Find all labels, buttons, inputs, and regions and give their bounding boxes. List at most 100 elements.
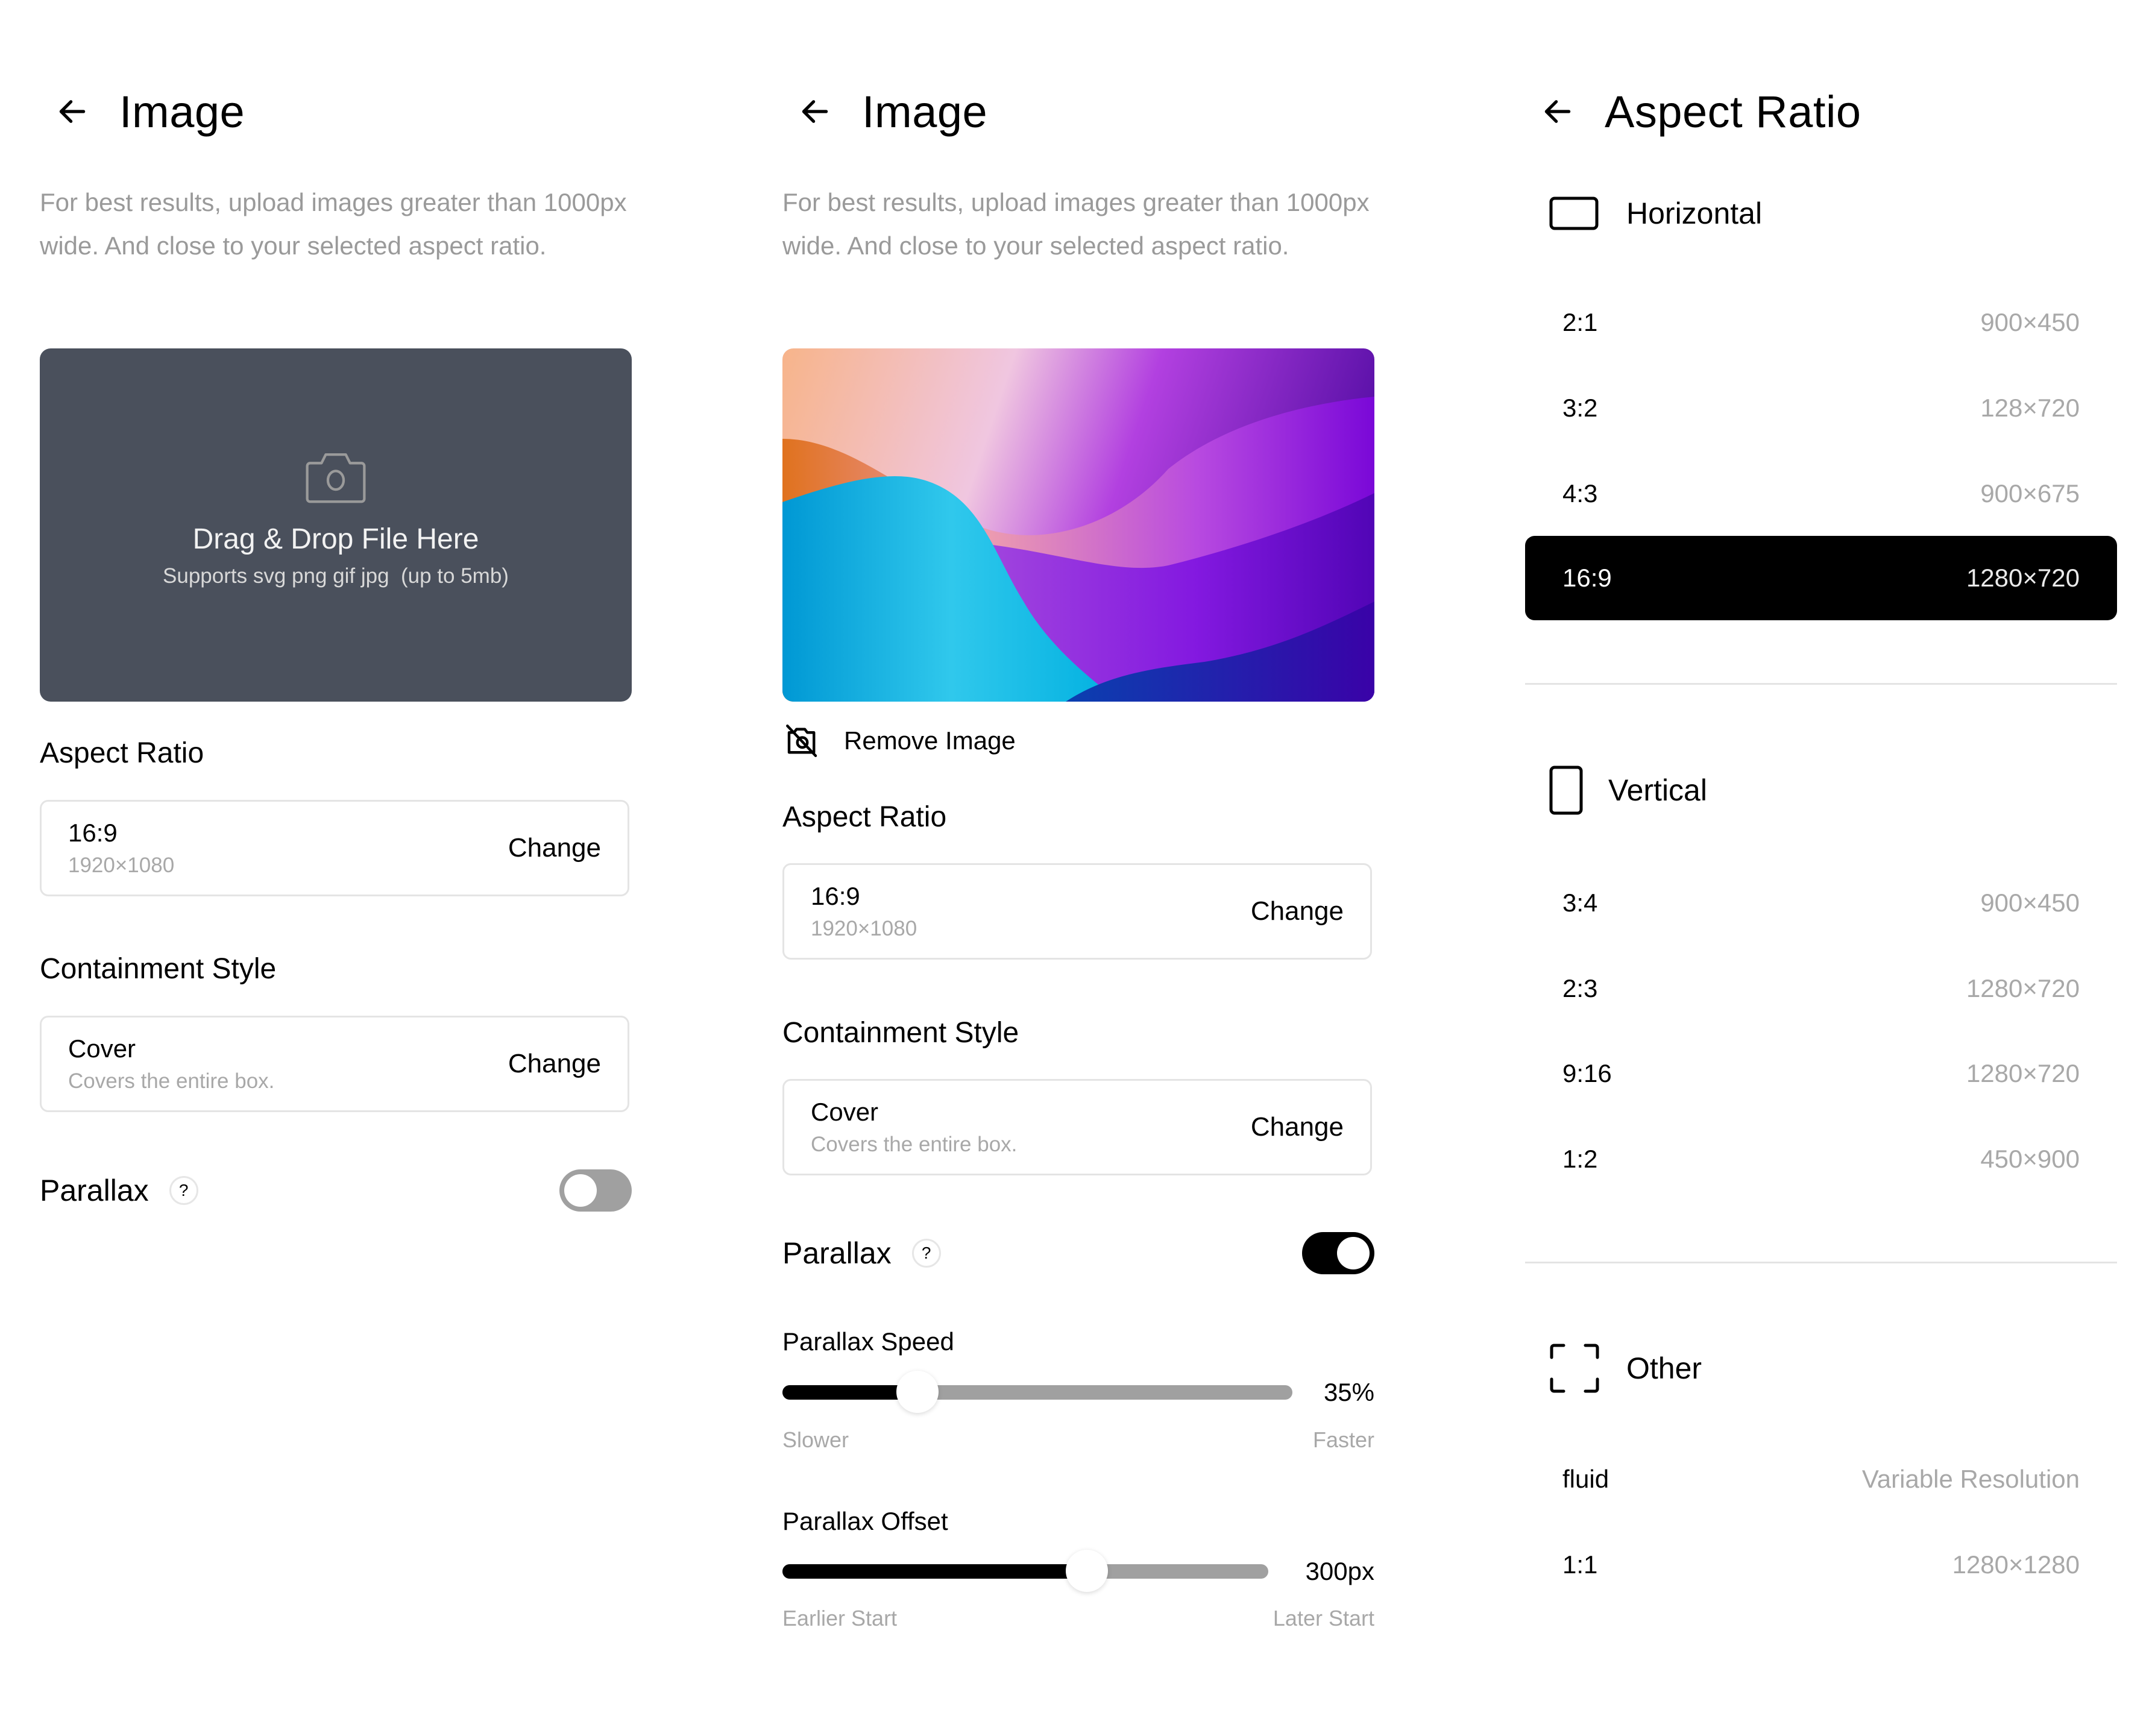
parallax-speed-label: Parallax Speed [782, 1327, 954, 1356]
parallax-offset-thumb[interactable] [1066, 1550, 1109, 1592]
aspect-option[interactable]: 4:3 900×675 [1525, 451, 2117, 536]
option-ratio: 1:2 [1562, 1145, 1598, 1173]
containment-style-card: Cover Covers the entire box. Change [40, 1016, 629, 1112]
parallax-label: Parallax [782, 1236, 892, 1270]
aspect-option[interactable]: 3:4 900×450 [1525, 861, 2117, 945]
option-ratio: 9:16 [1562, 1059, 1612, 1087]
portrait-rect-icon [1549, 766, 1583, 815]
aspect-option[interactable]: 9:16 1280×720 [1525, 1031, 2117, 1116]
parallax-toggle[interactable] [559, 1169, 632, 1212]
change-containment-button[interactable]: Change [508, 1049, 601, 1079]
group-horizontal-label: Horizontal [1626, 197, 1763, 230]
aspect-option[interactable]: 2:3 1280×720 [1525, 946, 2117, 1031]
file-dropzone[interactable]: Drag & Drop File Here Supports svg png g… [40, 348, 632, 702]
parallax-speed-value: 35% [1323, 1378, 1374, 1406]
page-title: Aspect Ratio [1605, 86, 1861, 137]
parallax-offset-track[interactable] [782, 1550, 1268, 1592]
aspect-ratio-value: 16:9 [68, 819, 118, 847]
parallax-offset-range-labels: Earlier Start Later Start [782, 1606, 1374, 1631]
back-button[interactable] [55, 90, 98, 133]
group-other-header: Other [1549, 1343, 1702, 1394]
containment-style-heading: Containment Style [40, 953, 277, 985]
option-size: 900×450 [1980, 308, 2080, 336]
parallax-offset-label: Parallax Offset [782, 1507, 948, 1535]
aspect-ratio-heading: Aspect Ratio [782, 801, 947, 833]
option-ratio: 2:1 [1562, 308, 1598, 336]
option-size: 1280×720 [1966, 974, 2080, 1002]
change-aspect-ratio-button[interactable]: Change [1251, 896, 1344, 926]
arrow-left-icon [802, 100, 828, 123]
containment-style-description: Covers the entire box. [811, 1133, 1018, 1156]
aspect-ratio-resolution: 1920×1080 [811, 917, 917, 940]
option-ratio: 1:1 [1562, 1550, 1598, 1579]
upload-hint: For best results, upload images greater … [40, 188, 627, 260]
parallax-label: Parallax [40, 1174, 149, 1207]
aspect-option[interactable]: fluid Variable Resolution [1525, 1437, 2117, 1521]
offset-max-label: Later Start [1273, 1606, 1374, 1631]
parallax-speed-track[interactable] [782, 1371, 1292, 1413]
parallax-offset-slider: 300px [782, 1550, 1374, 1593]
option-size: 1280×720 [1966, 1059, 2080, 1087]
change-aspect-ratio-button[interactable]: Change [508, 833, 601, 863]
gradient-wallpaper-image [782, 348, 1374, 702]
containment-style-card: Cover Covers the entire box. Change [782, 1079, 1372, 1175]
aspect-ratio-heading: Aspect Ratio [40, 737, 204, 769]
change-containment-button[interactable]: Change [1251, 1112, 1344, 1142]
option-ratio: 3:4 [1562, 888, 1598, 917]
aspect-option[interactable]: 1:2 450×900 [1525, 1117, 2117, 1201]
upload-hint: For best results, upload images greater … [782, 188, 1370, 260]
back-button[interactable] [798, 90, 840, 133]
toggle-knob [1337, 1237, 1370, 1269]
option-size: Variable Resolution [1861, 1465, 2080, 1493]
parallax-speed-thumb[interactable] [896, 1371, 939, 1413]
toggle-knob [564, 1174, 597, 1207]
option-size: 1280×720 [1966, 564, 2080, 592]
panel-header: Image [782, 81, 987, 142]
parallax-offset-value: 300px [1305, 1557, 1374, 1585]
arrow-left-icon [1544, 100, 1571, 123]
containment-style-value: Cover [68, 1034, 136, 1063]
option-ratio: 2:3 [1562, 974, 1598, 1002]
camera-off-icon [786, 725, 817, 757]
parallax-toggle[interactable] [1302, 1232, 1374, 1274]
option-ratio: 4:3 [1562, 479, 1598, 508]
aspect-ratio-resolution: 1920×1080 [68, 854, 175, 877]
aspect-ratio-value: 16:9 [811, 882, 860, 910]
group-vertical-header: Vertical [1549, 766, 1707, 815]
arrow-left-icon [59, 100, 86, 123]
group-divider [1525, 683, 2117, 685]
group-horizontal-header: Horizontal [1549, 196, 1762, 231]
image-settings-panel-empty: Image For best results, upload images gr… [40, 0, 637, 1736]
back-button[interactable] [1541, 90, 1583, 133]
parallax-offset-fill [782, 1564, 1087, 1579]
parallax-row: Parallax ? [782, 1232, 1374, 1274]
containment-style-value: Cover [811, 1098, 879, 1126]
option-size: 128×720 [1980, 394, 2080, 422]
group-vertical-label: Vertical [1608, 773, 1707, 807]
remove-image-button[interactable]: Remove Image [782, 721, 1016, 761]
aspect-ratio-card: 16:9 1920×1080 Change [782, 863, 1372, 960]
aspect-ratio-card: 16:9 1920×1080 Change [40, 800, 629, 896]
aspect-option[interactable]: 1:1 1280×1280 [1525, 1523, 2117, 1607]
parallax-help-icon[interactable]: ? [911, 1239, 941, 1268]
page-title: Image [119, 86, 245, 137]
dropzone-subtitle: Supports svg png gif jpg (up to 5mb) [163, 564, 509, 588]
camera-icon [306, 453, 366, 503]
aspect-ratio-picker-panel: Aspect Ratio Horizontal 2:1 900×450 3:2 … [1525, 0, 2128, 1736]
remove-image-label: Remove Image [844, 726, 1016, 755]
aspect-option-selected[interactable]: 16:9 1280×720 [1525, 536, 2117, 620]
landscape-rect-icon [1549, 197, 1599, 230]
option-size: 900×450 [1980, 888, 2080, 917]
aspect-option[interactable]: 2:1 900×450 [1525, 280, 2117, 365]
parallax-speed-range-labels: Slower Faster [782, 1427, 1374, 1453]
aspect-option[interactable]: 3:2 128×720 [1525, 366, 2117, 450]
option-ratio: 3:2 [1562, 394, 1598, 422]
containment-style-heading: Containment Style [782, 1017, 1019, 1049]
option-size: 900×675 [1980, 479, 2080, 508]
page-title: Image [862, 86, 988, 137]
speed-min-label: Slower [782, 1427, 849, 1452]
parallax-help-icon[interactable]: ? [169, 1176, 198, 1205]
offset-min-label: Earlier Start [782, 1606, 898, 1631]
parallax-row: Parallax ? [40, 1169, 632, 1212]
panel-header: Image [40, 81, 245, 142]
